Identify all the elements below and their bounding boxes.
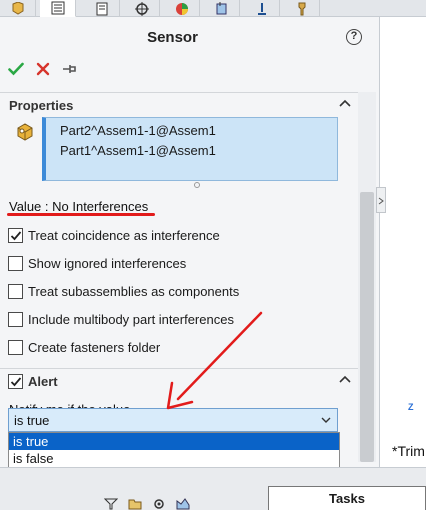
display-manager-icon xyxy=(175,2,188,15)
option-label: Create fasteners folder xyxy=(28,340,161,355)
selected-components-list[interactable]: Part2^Assem1-1@Assem1 Part1^Assem1-1@Ass… xyxy=(42,117,338,181)
chevron-down-icon[interactable] xyxy=(321,417,331,423)
select-value: is true xyxy=(14,413,50,428)
alert-condition-select[interactable]: is true xyxy=(8,408,338,432)
checkbox-checked[interactable] xyxy=(8,228,23,243)
help-icon[interactable]: ? xyxy=(346,29,362,45)
manager-tab-bar xyxy=(0,0,426,17)
checkbox[interactable] xyxy=(8,256,23,271)
tab-display-manager[interactable] xyxy=(164,0,200,17)
tab-toolbox[interactable] xyxy=(284,0,320,17)
page-title: Sensor xyxy=(147,29,198,46)
dropdown-option-is-true[interactable]: is true xyxy=(9,433,339,450)
alert-checkbox[interactable] xyxy=(8,374,23,389)
graphics-area[interactable] xyxy=(381,17,426,487)
properties-header-label: Properties xyxy=(9,98,74,113)
chevron-up-icon[interactable] xyxy=(339,99,351,107)
scrollbar-thumb[interactable] xyxy=(360,192,374,462)
alert-label: Alert xyxy=(28,374,58,389)
cancel-icon[interactable] xyxy=(36,62,50,76)
option-include-multibody[interactable]: Include multibody part interferences xyxy=(8,312,234,327)
settings-icon[interactable] xyxy=(152,498,166,510)
panel-collapse-handle[interactable] xyxy=(376,187,386,213)
panel-scrollbar[interactable] xyxy=(358,92,376,462)
tab-simulation-manager[interactable] xyxy=(244,0,280,17)
feature-manager-icon xyxy=(12,1,23,15)
trim-label: *Trim xyxy=(392,443,425,459)
checkbox[interactable] xyxy=(8,340,23,355)
alert-section-header[interactable]: Alert xyxy=(0,368,358,392)
checkbox[interactable] xyxy=(8,312,23,327)
part-icon xyxy=(17,123,33,141)
checkbox[interactable] xyxy=(8,284,23,299)
dropdown-option-is-false[interactable]: is false xyxy=(9,450,339,467)
annotation-underline xyxy=(7,213,155,216)
option-label: Treat coincidence as interference xyxy=(28,228,220,243)
property-manager-icon xyxy=(51,1,64,15)
alert-condition-dropdown: is true is false xyxy=(8,432,340,469)
filter-icon[interactable] xyxy=(104,498,118,510)
tab-tasks[interactable]: Tasks xyxy=(268,486,426,510)
chevron-up-icon[interactable] xyxy=(339,375,351,383)
configuration-manager-icon xyxy=(96,2,107,15)
tab-dimxpert[interactable] xyxy=(124,0,160,17)
bottom-bar: Tasks xyxy=(0,467,426,510)
tab-configuration-manager[interactable] xyxy=(84,0,120,17)
folder-icon[interactable] xyxy=(128,498,142,510)
tab-property-manager[interactable] xyxy=(40,0,76,17)
tab-feature-manager[interactable] xyxy=(0,0,36,17)
option-label: Show ignored interferences xyxy=(28,256,187,271)
list-resize-handle[interactable] xyxy=(194,182,200,188)
option-treat-subassemblies[interactable]: Treat subassemblies as components xyxy=(8,284,239,299)
option-create-fasteners[interactable]: Create fasteners folder xyxy=(8,340,160,355)
sensor-property-manager: Sensor ? Properties Part2^Assem1-1@Assem… xyxy=(0,17,380,467)
triad-z-label: Z xyxy=(408,402,414,412)
action-bar xyxy=(8,62,78,76)
properties-section-header[interactable]: Properties xyxy=(0,92,358,116)
sensor-value-label: Value : No Interferences xyxy=(9,199,149,214)
option-treat-coincidence[interactable]: Treat coincidence as interference xyxy=(8,228,220,243)
simulation-manager-icon xyxy=(257,2,266,15)
toolbox-icon xyxy=(298,2,305,15)
tab-cam-manager[interactable] xyxy=(204,0,240,17)
pin-icon[interactable] xyxy=(62,62,78,76)
option-label: Include multibody part interferences xyxy=(28,312,234,327)
list-item[interactable]: Part1^Assem1-1@Assem1 xyxy=(46,141,337,161)
dimxpert-icon xyxy=(134,1,149,16)
option-show-ignored[interactable]: Show ignored interferences xyxy=(8,256,186,271)
cam-manager-icon xyxy=(216,1,226,14)
list-item[interactable]: Part2^Assem1-1@Assem1 xyxy=(46,121,337,141)
chart-icon[interactable] xyxy=(176,498,190,510)
ok-icon[interactable] xyxy=(8,62,24,76)
option-label: Treat subassemblies as components xyxy=(28,284,240,299)
